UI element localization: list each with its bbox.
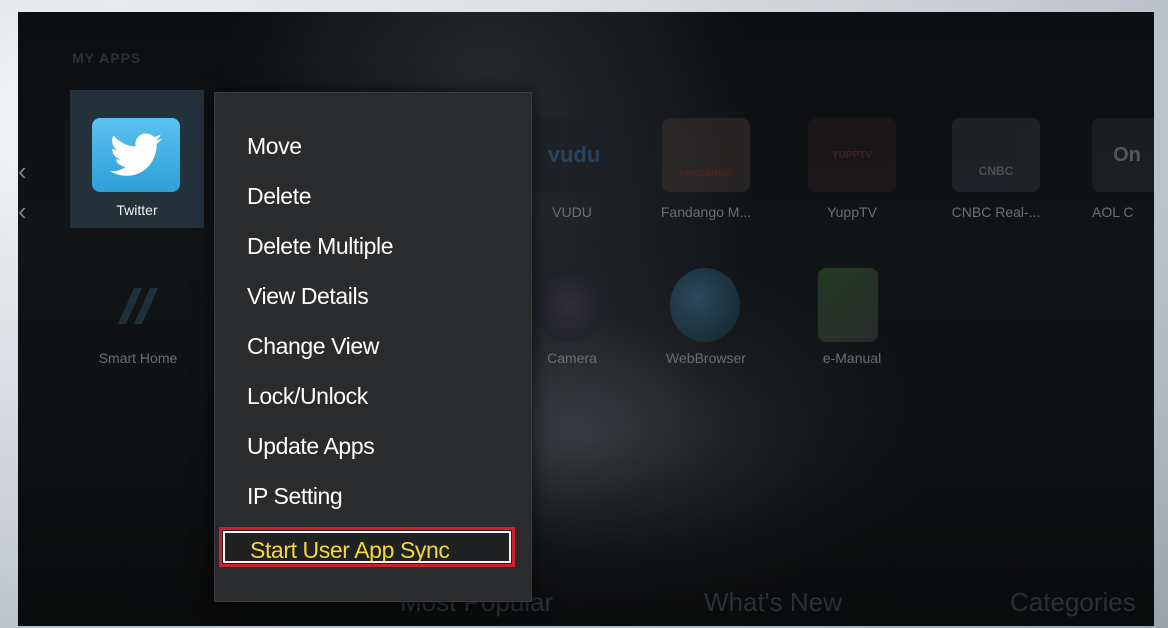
twitter-bird-icon (92, 118, 180, 192)
app-label: WebBrowser (666, 350, 746, 366)
fandango-logo-icon: FANDANGO (662, 118, 750, 192)
app-tile-twitter[interactable]: Twitter (70, 90, 204, 228)
menu-item-move[interactable]: Move (247, 133, 302, 160)
app-tile-e-manual[interactable]: e-Manual (786, 240, 918, 376)
menu-item-ip-setting[interactable]: IP Setting (247, 483, 343, 510)
context-menu: Move Delete Delete Multiple View Details… (214, 92, 532, 602)
app-tile-yupptv[interactable]: YUPPTV YuppTV (786, 90, 918, 226)
camera-icon (534, 268, 604, 342)
aol-logo-icon: On (1092, 118, 1154, 192)
menu-item-delete[interactable]: Delete (247, 183, 311, 210)
app-tile-smart-home[interactable]: Smart Home (72, 240, 204, 376)
app-label: e-Manual (822, 350, 882, 366)
menu-item-update-apps[interactable]: Update Apps (247, 433, 375, 460)
scroll-left-chevron-icon[interactable]: ‹ (18, 198, 32, 224)
vudu-logo-icon: vudu (530, 118, 618, 192)
yupptv-logo-icon: YUPPTV (808, 118, 896, 192)
globe-icon (670, 268, 740, 342)
app-label: Camera (547, 350, 597, 366)
menu-item-change-view[interactable]: Change View (247, 333, 379, 360)
tab-whats-new[interactable]: What's New (704, 587, 842, 618)
app-label: YuppTV (827, 204, 877, 220)
app-label: Twitter (116, 202, 158, 218)
app-label: AOL C (1092, 204, 1134, 220)
cnbc-logo-icon: CNBC (952, 118, 1040, 192)
app-label: Smart Home (98, 350, 178, 366)
tv-screen: MY APPS ‹ ‹ Twitter vudu VUDU FANDANGO F… (18, 12, 1154, 626)
menu-item-start-user-app-sync[interactable]: Start User App Sync (219, 527, 515, 567)
menu-item-view-details[interactable]: View Details (247, 283, 369, 310)
tab-categories[interactable]: Categories (1010, 587, 1136, 618)
section-title: MY APPS (72, 50, 142, 66)
smart-home-icon (94, 268, 182, 342)
app-label: CNBC Real-... (951, 204, 1041, 220)
app-label: VUDU (552, 204, 592, 220)
menu-item-lock-unlock[interactable]: Lock/Unlock (247, 383, 368, 410)
app-label: Fandango M... (660, 204, 752, 220)
scroll-up-chevron-icon[interactable]: ‹ (18, 158, 32, 184)
app-tile-aol[interactable]: On AOL C (1074, 90, 1154, 226)
app-tile-webbrowser[interactable]: WebBrowser (640, 240, 772, 376)
menu-item-delete-multiple[interactable]: Delete Multiple (247, 233, 394, 260)
app-tile-fandango[interactable]: FANDANGO Fandango M... (640, 90, 772, 226)
app-tile-cnbc[interactable]: CNBC CNBC Real-... (930, 90, 1062, 226)
e-manual-icon (818, 268, 878, 342)
